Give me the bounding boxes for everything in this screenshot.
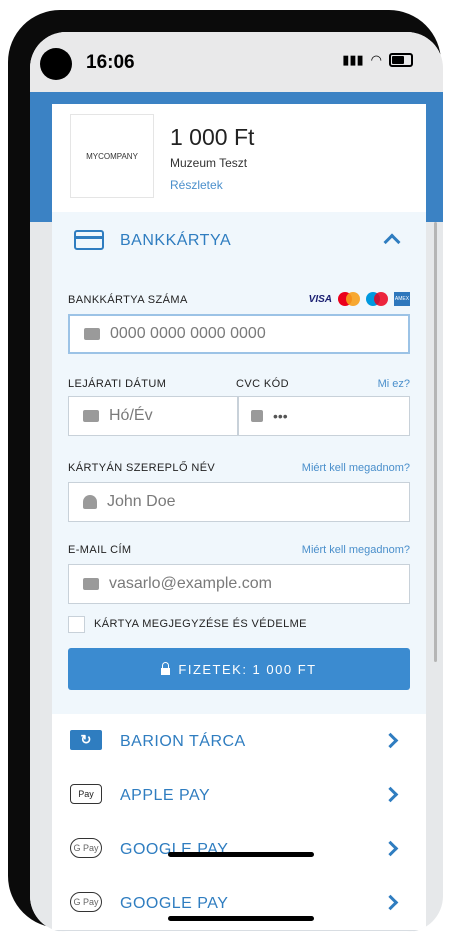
method-google-pay[interactable]: G Pay GOOGLE PAY bbox=[52, 876, 426, 931]
remember-card-checkbox[interactable] bbox=[68, 616, 85, 633]
method-barion[interactable]: ↻ BARION TÁRCA bbox=[52, 714, 426, 769]
card-brands: VISA AMEX bbox=[309, 292, 410, 306]
method-label: BARION TÁRCA bbox=[120, 733, 246, 750]
google-pay-icon: G Pay bbox=[70, 892, 102, 912]
payment-card: MYCOMPANY 1 000 Ft Muzeum Teszt Részlete… bbox=[52, 104, 426, 932]
calendar-icon bbox=[83, 410, 99, 422]
card-field-icon bbox=[84, 328, 100, 340]
email-help-link[interactable]: Miért kell megadnom? bbox=[302, 544, 410, 556]
payment-amount: 1 000 Ft bbox=[170, 124, 255, 150]
card-form: BANKKÁRTYA SZÁMA VISA AMEX 0000 0000 000… bbox=[52, 270, 426, 715]
details-link[interactable]: Részletek bbox=[170, 178, 223, 192]
chevron-right-icon bbox=[382, 786, 399, 803]
screen: 16:06 ▮▮▮ ◠ MYCOMPANY 1 000 Ft Muzeum Te… bbox=[30, 32, 443, 932]
cardholder-name-label: KÁRTYÁN SZEREPLŐ NÉV bbox=[68, 462, 216, 474]
cvc-label: CVC KÓD bbox=[236, 378, 289, 390]
camera-cutout bbox=[40, 48, 72, 80]
expiry-input[interactable]: Hó/Év bbox=[68, 396, 238, 436]
phone-frame: 16:06 ▮▮▮ ◠ MYCOMPANY 1 000 Ft Muzeum Te… bbox=[8, 10, 443, 932]
home-indicator bbox=[168, 916, 314, 921]
barion-icon: ↻ bbox=[70, 730, 102, 750]
mastercard-icon bbox=[338, 292, 360, 306]
status-bar: 16:06 ▮▮▮ ◠ bbox=[30, 32, 443, 92]
google-pay-icon: G Pay bbox=[70, 838, 102, 858]
visa-icon: VISA bbox=[308, 293, 332, 305]
status-time: 16:06 bbox=[86, 52, 135, 73]
lock-icon bbox=[251, 410, 263, 422]
merchant-summary: MYCOMPANY 1 000 Ft Muzeum Teszt Részlete… bbox=[52, 104, 426, 213]
scrollbar[interactable] bbox=[434, 222, 437, 662]
expiry-label: LEJÁRATI DÁTUM bbox=[68, 378, 167, 390]
method-google-pay[interactable]: G Pay GOOGLE PAY bbox=[52, 822, 426, 877]
user-icon bbox=[83, 495, 97, 509]
chevron-up-icon[interactable] bbox=[383, 233, 401, 251]
merchant-logo: MYCOMPANY bbox=[70, 114, 154, 198]
envelope-icon bbox=[83, 578, 99, 590]
wifi-icon: ◠ bbox=[370, 52, 382, 67]
bank-card-title: BANKKÁRTYA bbox=[120, 232, 232, 249]
amex-icon: AMEX bbox=[394, 292, 410, 306]
merchant-name: Muzeum Teszt bbox=[170, 156, 248, 170]
card-number-label: BANKKÁRTYA SZÁMA bbox=[68, 294, 188, 306]
card-number-input[interactable]: 0000 0000 0000 0000 bbox=[68, 314, 410, 354]
signal-icon: ▮▮▮ bbox=[342, 52, 364, 67]
method-apple-pay[interactable]: Pay APPLE PAY bbox=[52, 768, 426, 823]
chevron-right-icon bbox=[382, 840, 399, 857]
cardholder-name-input[interactable]: John Doe bbox=[68, 482, 410, 522]
status-icons: ▮▮▮ ◠ bbox=[342, 52, 413, 68]
method-label: APPLE PAY bbox=[120, 787, 211, 804]
bank-card-section-header[interactable]: BANKKÁRTYA bbox=[52, 212, 426, 271]
lock-icon bbox=[161, 661, 171, 675]
apple-pay-icon: Pay bbox=[70, 784, 102, 804]
cvc-input[interactable]: ••• bbox=[238, 396, 410, 436]
chevron-right-icon bbox=[382, 894, 399, 911]
home-indicator bbox=[168, 852, 314, 857]
email-input[interactable]: vasarlo@example.com bbox=[68, 564, 410, 604]
cvc-help-link[interactable]: Mi ez? bbox=[378, 378, 410, 390]
maestro-icon bbox=[366, 292, 388, 306]
credit-card-icon bbox=[74, 230, 104, 250]
chevron-right-icon bbox=[382, 732, 399, 749]
method-label: GOOGLE PAY bbox=[120, 895, 229, 912]
email-label: E-MAIL CÍM bbox=[68, 544, 132, 556]
name-help-link[interactable]: Miért kell megadnom? bbox=[302, 462, 410, 474]
battery-icon bbox=[389, 53, 413, 67]
remember-card-label: KÁRTYA MEGJEGYZÉSE ÉS VÉDELME bbox=[94, 618, 307, 630]
pay-button[interactable]: FIZETEK: 1 000 FT bbox=[68, 648, 410, 690]
